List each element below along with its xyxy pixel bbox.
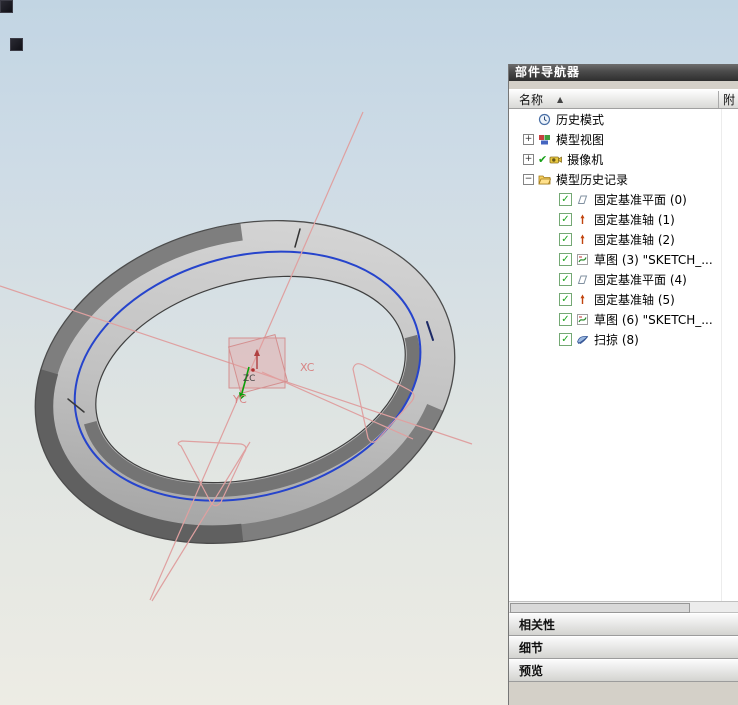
tree-row[interactable]: ✓ 固定基准平面 (0)	[509, 189, 738, 209]
tree-row[interactable]: ✓ 固定基准轴 (2)	[509, 229, 738, 249]
app-root: XC YC ZC 部件导航器 名称 ▲ 附 历史模式 + 模型视图 + ✔ 摄像机 − 模型历…	[0, 0, 738, 705]
tree-row[interactable]: ✓ 草图 (3) "SKETCH_...	[509, 249, 738, 269]
section-preview-label: 预览	[519, 664, 544, 678]
tree-row[interactable]: ✓ 草图 (6) "SKETCH_...	[509, 309, 738, 329]
tree-item-label[interactable]: 固定基准轴 (1)	[594, 211, 675, 228]
expand-plus-icon[interactable]: +	[523, 153, 534, 165]
xc-axis-label: XC	[300, 361, 315, 374]
datum-plane-origin[interactable]	[227, 333, 289, 395]
panel-title: 部件导航器	[515, 65, 581, 79]
feature-checkbox[interactable]: ✓	[559, 192, 572, 206]
collapse-minus-icon[interactable]: −	[523, 173, 534, 185]
column-attr-label: 附	[723, 92, 736, 107]
tree-item-label[interactable]: 固定基准轴 (5)	[594, 291, 675, 308]
feature-checkbox[interactable]: ✓	[559, 232, 572, 246]
expand-plus-icon[interactable]: +	[523, 133, 534, 145]
section-dependencies[interactable]: 相关性	[509, 613, 738, 636]
yc-axis-label: YC	[232, 393, 247, 406]
datum-axis-icon	[576, 233, 590, 246]
tree-row[interactable]: ✓ 固定基准轴 (5)	[509, 289, 738, 309]
scrollbar-thumb[interactable]	[510, 603, 690, 613]
datum-axis-icon	[576, 213, 590, 226]
column-name-header[interactable]: 名称 ▲	[509, 91, 718, 108]
column-attr-header[interactable]: 附	[718, 90, 738, 108]
tree-item-label[interactable]: 固定基准平面 (0)	[594, 191, 687, 208]
tree-item-label[interactable]: 固定基准平面 (4)	[594, 271, 687, 288]
panel-title-bar[interactable]: 部件导航器	[509, 64, 738, 81]
stray-toolbar-icon-1	[0, 0, 13, 13]
tree-item-label[interactable]: 固定基准轴 (2)	[594, 231, 675, 248]
section-details[interactable]: 细节	[509, 636, 738, 659]
column-name-label: 名称	[519, 92, 544, 107]
tree-row[interactable]: ✓ 扫掠 (8)	[509, 329, 738, 349]
tree-item-label[interactable]: 历史模式	[556, 111, 604, 128]
tree-item-label[interactable]: 模型历史记录	[556, 171, 628, 188]
feature-checkbox[interactable]: ✓	[559, 272, 572, 286]
feature-checkbox[interactable]: ✓	[559, 292, 572, 306]
tree-item-label[interactable]: 扫掠 (8)	[594, 331, 639, 348]
tree-item-label[interactable]: 摄像机	[567, 151, 603, 168]
tree-item-label[interactable]: 草图 (3) "SKETCH_...	[594, 251, 713, 268]
camera-icon	[549, 153, 563, 166]
sweep-icon	[576, 333, 590, 346]
feature-tree: 历史模式 + 模型视图 + ✔ 摄像机 − 模型历史记录 ✓ 固定基准平面 (0) ✓ 固定基准轴 (…	[509, 109, 738, 601]
datum-axis-icon	[576, 293, 590, 306]
feature-checkbox[interactable]: ✓	[559, 332, 572, 346]
model-views-icon	[538, 133, 552, 146]
tree-item-label[interactable]: 草图 (6) "SKETCH_...	[594, 311, 713, 328]
tree-column-header: 名称 ▲ 附	[509, 89, 738, 109]
feature-checkbox[interactable]: ✓	[559, 252, 572, 266]
section-dependencies-label: 相关性	[519, 618, 556, 632]
feature-checkbox[interactable]: ✓	[559, 312, 572, 326]
zc-axis-label: ZC	[243, 374, 255, 384]
tree-row[interactable]: + 模型视图	[509, 129, 738, 149]
datum-plane-icon	[576, 193, 590, 206]
sort-ascending-icon[interactable]: ▲	[557, 95, 563, 104]
feature-checkbox[interactable]: ✓	[559, 212, 572, 226]
part-navigator-panel: 部件导航器 名称 ▲ 附 历史模式 + 模型视图 + ✔ 摄像机 − 模型历史记录 ✓ 固定基准平…	[508, 64, 738, 705]
stray-toolbar-icon-2	[10, 38, 23, 51]
datum-plane-icon	[576, 273, 590, 286]
tree-row[interactable]: 历史模式	[509, 109, 738, 129]
tree-row[interactable]: − 模型历史记录	[509, 169, 738, 189]
section-details-label: 细节	[519, 641, 544, 655]
panel-gap	[509, 81, 738, 89]
horizontal-scrollbar[interactable]	[509, 601, 738, 613]
clock-icon	[538, 113, 552, 126]
sketch-icon	[576, 253, 590, 266]
tree-row[interactable]: ✓ 固定基准平面 (4)	[509, 269, 738, 289]
tree-row[interactable]: ✓ 固定基准轴 (1)	[509, 209, 738, 229]
check-mark-icon: ✔	[538, 152, 548, 166]
sketch-icon	[576, 313, 590, 326]
folder-open-icon	[538, 173, 552, 186]
tree-row[interactable]: + ✔ 摄像机	[509, 149, 738, 169]
section-preview[interactable]: 预览	[509, 659, 738, 682]
tree-item-label[interactable]: 模型视图	[556, 131, 604, 148]
